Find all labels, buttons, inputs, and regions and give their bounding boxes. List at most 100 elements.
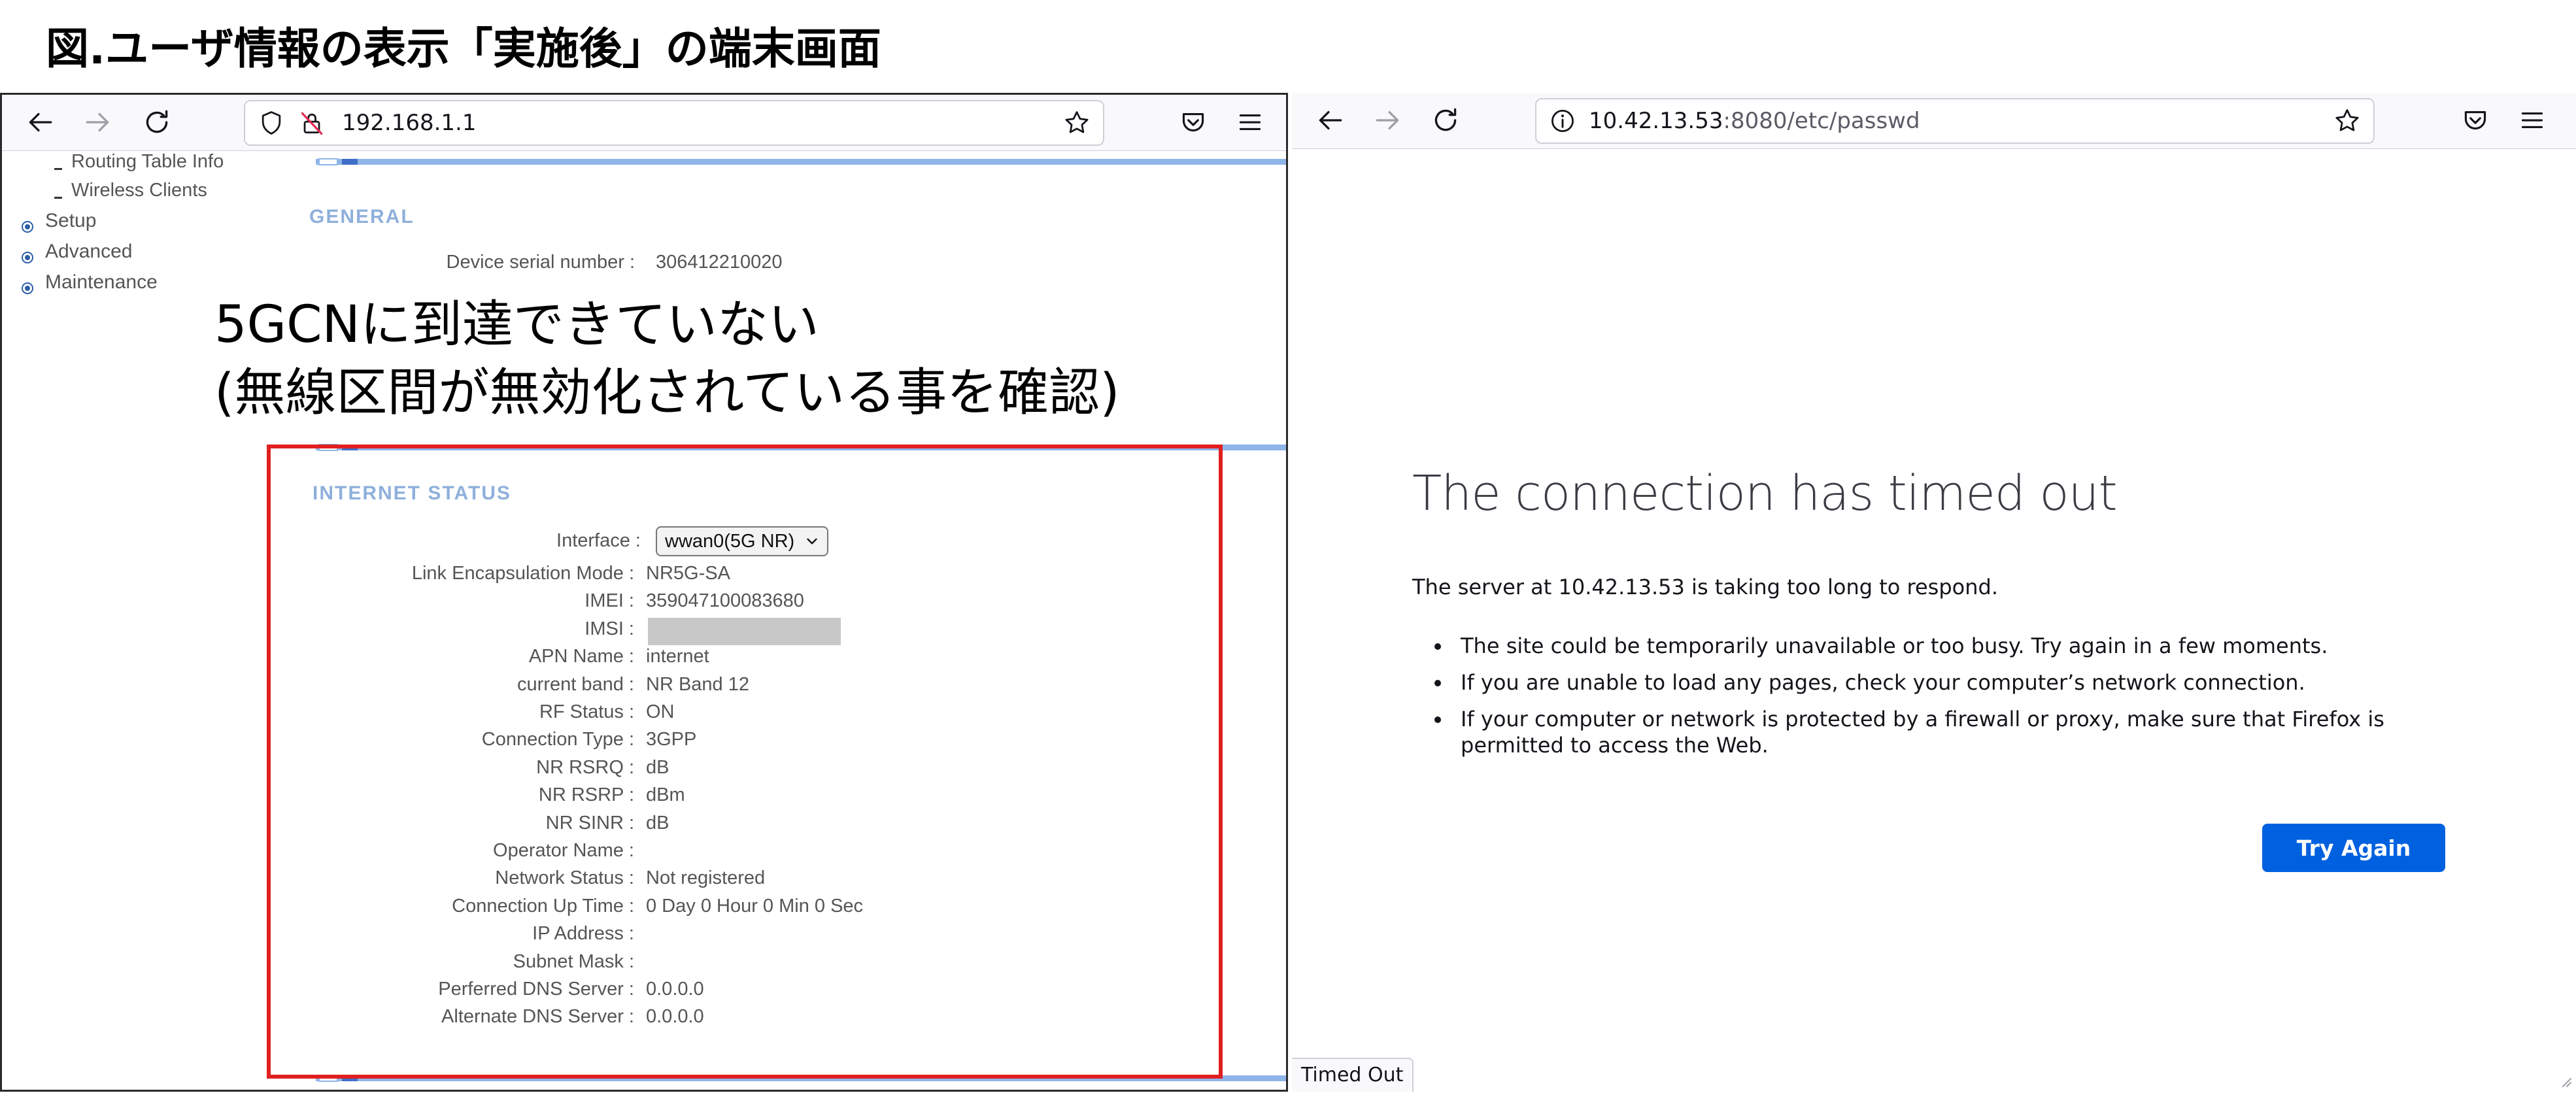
list-item: If your computer or network is protected… — [1429, 706, 2488, 758]
status-row-value: 0.0.0.0 — [646, 1006, 704, 1028]
status-row-value: dB — [646, 812, 669, 833]
right-toolbar: 10.42.13.53:8080/etc/passwd — [1292, 93, 2576, 149]
right-browser-window: 10.42.13.53:8080/etc/passwd The connecti… — [1292, 93, 2576, 1092]
imsi-redaction — [648, 618, 841, 645]
insecure-lock-icon[interactable] — [297, 109, 326, 137]
status-row-value: 0 Day 0 Hour 0 Min 0 Sec — [646, 895, 864, 916]
menu-item-wireless-clients[interactable]: Wireless Clients — [54, 180, 207, 201]
right-url-bar[interactable]: 10.42.13.53:8080/etc/passwd — [1535, 98, 2375, 144]
status-row-label: NR SINR : — [545, 812, 634, 833]
annotation-line-1: 5GCNに到達できていない — [214, 295, 819, 354]
interface-selected-value: wwan0(5G NR) — [665, 531, 795, 552]
interface-select[interactable]: wwan0(5G NR) — [656, 526, 829, 556]
left-browser-window: 192.168.1.1 Routing Table Info Wireless … — [0, 93, 1288, 1092]
annotation-line-2: (無線区間が無効化されている事を確認) — [214, 363, 1120, 422]
status-row-label: Connection Type : — [481, 729, 634, 750]
menu-item-setup[interactable]: Setup — [22, 210, 97, 233]
status-row-label: IMSI : — [585, 618, 634, 639]
section-divider — [316, 1075, 1286, 1082]
status-row-label: Network Status : — [495, 867, 634, 889]
status-row-value: 3GPP — [646, 729, 697, 750]
status-row-label: Perferred DNS Server : — [438, 979, 634, 1000]
radio-bullet-icon — [22, 282, 33, 295]
status-row: Link Encapsulation Mode : NR5G-SA — [2, 563, 730, 590]
status-row-label: current band : — [517, 673, 634, 695]
serial-number-value: 306412210020 — [656, 252, 783, 273]
status-row: APN Name : internet — [2, 646, 709, 673]
reload-icon[interactable] — [141, 106, 173, 139]
left-url-text: 192.168.1.1 — [342, 110, 477, 136]
status-row: IP Address : — [2, 923, 634, 950]
serial-number-row: Device serial number : 306412210020 — [2, 252, 783, 279]
figure-caption: 図.ユーザ情報の表示「実施後」の端末画面 — [46, 24, 881, 74]
hamburger-menu-icon[interactable] — [1234, 106, 1266, 139]
status-row-value: ON — [646, 701, 675, 722]
status-row-value: internet — [646, 646, 709, 667]
right-url-text: 10.42.13.53:8080/etc/passwd — [1589, 99, 1920, 143]
status-row-label: NR RSRP : — [538, 784, 634, 806]
status-row: IMEI : 359047100083680 — [2, 590, 804, 618]
status-row-value: NR5G-SA — [646, 563, 730, 584]
status-row-label: Alternate DNS Server : — [441, 1006, 634, 1028]
status-row-value: NR Band 12 — [646, 673, 749, 695]
left-toolbar: 192.168.1.1 — [2, 95, 1286, 151]
status-row-value: dBm — [646, 784, 685, 806]
section-divider — [316, 158, 1286, 165]
menu-item-label: Wireless Clients — [71, 180, 207, 201]
error-title: The connection has timed out — [1412, 465, 2118, 522]
status-row: current band : NR Band 12 — [2, 673, 749, 701]
try-again-button[interactable]: Try Again — [2262, 824, 2445, 872]
status-row-label: NR RSRQ : — [536, 756, 634, 778]
status-row-value: Not registered — [646, 867, 766, 889]
status-row-label: IP Address : — [532, 923, 634, 945]
info-icon[interactable] — [1548, 107, 1577, 135]
error-suggestion-list: The site could be temporarily unavailabl… — [1429, 633, 2488, 769]
menu-item-routing-table[interactable]: Routing Table Info — [54, 151, 224, 173]
general-section-title: GENERAL — [309, 206, 415, 227]
status-row: Alternate DNS Server : 0.0.0.0 — [2, 1006, 704, 1034]
error-subtitle: The server at 10.42.13.53 is taking too … — [1412, 575, 1998, 599]
status-row-label: Connection Up Time : — [452, 895, 634, 916]
status-row-label: APN Name : — [528, 646, 634, 667]
resize-grip-icon[interactable] — [2558, 1073, 2572, 1088]
menu-item-label: Routing Table Info — [71, 151, 224, 172]
hamburger-menu-icon[interactable] — [2516, 104, 2549, 137]
back-arrow-icon[interactable] — [24, 106, 56, 139]
star-icon[interactable] — [2333, 107, 2362, 135]
status-row-label: Link Encapsulation Mode : — [411, 563, 634, 584]
status-tooltip: Timed Out — [1292, 1058, 1414, 1092]
pocket-icon[interactable] — [1177, 106, 1210, 139]
section-divider — [316, 444, 1286, 451]
internet-status-title: INTERNET STATUS — [313, 482, 511, 504]
status-row-value: dB — [646, 756, 669, 778]
forward-arrow-icon[interactable] — [82, 106, 114, 139]
status-row: NR RSRQ : dB — [2, 756, 669, 784]
status-row-label: RF Status : — [539, 701, 634, 722]
status-row: Operator Name : — [2, 840, 634, 867]
list-item: If you are unable to load any pages, che… — [1429, 669, 2488, 696]
status-row: Subnet Mask : — [2, 951, 634, 979]
status-row-label: Operator Name : — [493, 840, 634, 861]
forward-arrow-icon[interactable] — [1372, 104, 1404, 137]
status-row-label: IMEI : — [585, 590, 634, 612]
status-row: Connection Up Time : 0 Day 0 Hour 0 Min 0… — [2, 895, 863, 923]
pocket-icon[interactable] — [2459, 104, 2492, 137]
interface-label: Interface : — [556, 530, 641, 551]
reload-icon[interactable] — [1429, 104, 1462, 137]
shield-icon[interactable] — [257, 109, 286, 137]
status-row: Perferred DNS Server : 0.0.0.0 — [2, 979, 703, 1006]
back-arrow-icon[interactable] — [1313, 104, 1346, 137]
star-icon[interactable] — [1062, 109, 1091, 137]
url-host: 10.42.13.53 — [1589, 108, 1723, 134]
url-path: :8080/etc/passwd — [1723, 108, 1920, 134]
list-item: The site could be temporarily unavailabl… — [1429, 633, 2488, 659]
radio-bullet-icon — [22, 221, 33, 233]
status-row-value: 359047100083680 — [646, 590, 804, 612]
status-row-value: 0.0.0.0 — [646, 979, 704, 1000]
status-row: IMSI : — [2, 618, 634, 646]
left-url-bar[interactable]: 192.168.1.1 — [244, 100, 1104, 146]
status-row: Network Status : Not registered — [2, 867, 765, 895]
status-row: RF Status : ON — [2, 701, 675, 729]
menu-item-label: Setup — [45, 210, 97, 231]
annotation-text: 5GCNに到達できていない (無線区間が無効化されている事を確認) — [214, 291, 1120, 427]
